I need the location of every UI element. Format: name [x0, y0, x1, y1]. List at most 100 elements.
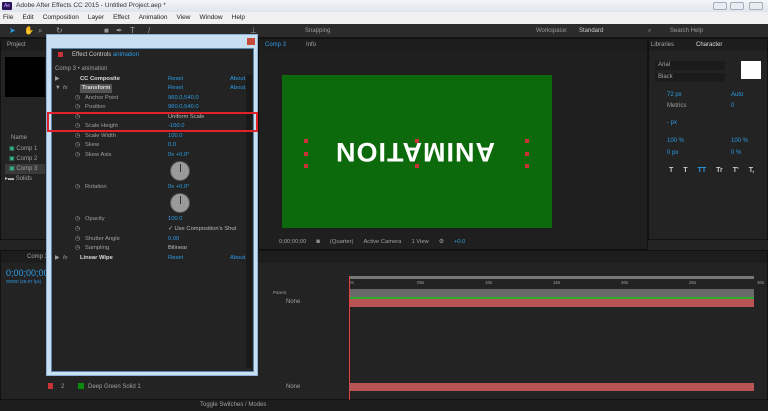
property-value[interactable]: 0.0: [168, 141, 176, 150]
view-layout-select[interactable]: 1 View: [411, 235, 428, 249]
layer-handle[interactable]: [525, 139, 529, 143]
property-value[interactable]: 0x +0.0°: [168, 183, 190, 192]
text-style-button[interactable]: TT: [698, 167, 707, 174]
text-style-button[interactable]: T: [669, 167, 673, 174]
layer-handle[interactable]: [525, 164, 529, 168]
vertical-scale-field[interactable]: 100 %: [667, 138, 684, 144]
layer-name[interactable]: Deep Green Solid 1: [88, 384, 141, 390]
tab-character[interactable]: Character: [696, 39, 722, 51]
property-value[interactable]: 960.0,540.0: [168, 103, 199, 112]
fill-color-swatch[interactable]: [741, 61, 761, 79]
selection-tool-icon[interactable]: ➤: [9, 24, 16, 38]
text-style-button[interactable]: Tr: [716, 167, 723, 174]
property-value[interactable]: 100.0: [168, 132, 183, 141]
expand-arrow-icon[interactable]: ▶: [55, 75, 59, 84]
tsume-field[interactable]: 0 %: [731, 150, 741, 156]
menu-layer[interactable]: Layer: [88, 12, 104, 24]
menu-window[interactable]: Window: [200, 12, 223, 24]
menu-view[interactable]: View: [177, 12, 191, 24]
property-value[interactable]: 100.0: [168, 215, 183, 224]
menu-animation[interactable]: Animation: [139, 12, 168, 24]
active-camera-select[interactable]: Active Camera: [363, 235, 401, 249]
workspace-select[interactable]: Standard: [579, 24, 603, 38]
kerning-field[interactable]: Metrics: [667, 103, 686, 109]
font-family-select[interactable]: Arial: [655, 61, 725, 70]
menu-effect[interactable]: Effect: [113, 12, 130, 24]
menu-edit[interactable]: Edit: [22, 12, 33, 24]
property-row[interactable]: ◷ Skew 0.0: [55, 141, 250, 150]
layer-label-color[interactable]: [48, 383, 53, 389]
layer-parent-select[interactable]: None: [286, 384, 300, 390]
search-help-input[interactable]: Search Help: [670, 24, 703, 38]
close-icon[interactable]: [247, 38, 255, 45]
layer-handle[interactable]: [415, 139, 419, 143]
tab-info[interactable]: Info: [306, 39, 316, 51]
effect-row[interactable]: ▶ fx Linear Wipe Reset About...: [55, 254, 250, 263]
stopwatch-icon[interactable]: ◷: [75, 225, 80, 234]
effect-row[interactable]: ▼ fx Transform Reset About...: [55, 84, 250, 93]
layer-handle[interactable]: [304, 164, 308, 168]
layer-handle[interactable]: [415, 164, 419, 168]
hand-tool-icon[interactable]: ✋: [24, 24, 34, 38]
stopwatch-icon[interactable]: ◷: [75, 151, 80, 160]
leading-field[interactable]: Auto: [731, 92, 743, 98]
fx-icon[interactable]: fx: [63, 254, 68, 263]
tab-comp-3[interactable]: Comp 3: [265, 39, 286, 51]
menu-file[interactable]: File: [3, 12, 13, 24]
snapping-label[interactable]: Snapping: [305, 24, 330, 38]
property-row[interactable]: ◷ Scale Width 100.0: [55, 132, 250, 141]
layer-bar-solid[interactable]: [349, 383, 754, 391]
project-item[interactable]: ▣ Comp 2: [5, 154, 45, 164]
layer-handle[interactable]: [304, 139, 308, 143]
stopwatch-icon[interactable]: ◷: [75, 244, 80, 253]
project-item[interactable]: ▣ Comp 1: [5, 144, 45, 154]
project-item[interactable]: ▸▬ Solids: [5, 174, 45, 184]
layer-handle[interactable]: [304, 152, 308, 156]
toggle-switches-modes-button[interactable]: Toggle Switches / Modes: [200, 400, 266, 411]
property-value[interactable]: Reset: [168, 75, 183, 84]
expand-arrow-icon[interactable]: ▼: [55, 84, 61, 93]
stopwatch-icon[interactable]: ◷: [75, 183, 80, 192]
property-row[interactable]: ◷ Rotation 0x +0.0°: [55, 183, 250, 192]
angle-dial[interactable]: [170, 193, 190, 213]
minimize-button[interactable]: [713, 2, 727, 10]
fx-icon[interactable]: fx: [63, 84, 68, 93]
stopwatch-icon[interactable]: ◷: [75, 103, 80, 112]
font-size-field[interactable]: 72 px: [667, 92, 682, 98]
property-row[interactable]: ◷ Position 960.0,540.0: [55, 103, 250, 112]
layer-bar-animation[interactable]: [349, 299, 754, 307]
text-style-button[interactable]: T: [683, 167, 687, 174]
project-item[interactable]: ▣ Comp 3: [5, 164, 45, 174]
effect-row[interactable]: ▶ CC Composite Reset About...: [55, 75, 250, 84]
menu-composition[interactable]: Composition: [43, 12, 79, 24]
stopwatch-icon[interactable]: ◷: [75, 94, 80, 103]
exposure-value[interactable]: +0.0: [454, 235, 465, 249]
property-row[interactable]: ◷ Skew Axis 0x +0.0°: [55, 151, 250, 160]
viewer-timecode[interactable]: 0;00;00;00: [279, 235, 306, 249]
stopwatch-icon[interactable]: ◷: [75, 132, 80, 141]
text-style-button[interactable]: T,: [749, 167, 754, 174]
text-style-button[interactable]: T': [733, 167, 739, 174]
menu-help[interactable]: Help: [232, 12, 245, 24]
camera-icon[interactable]: ◙: [316, 235, 320, 249]
stopwatch-icon[interactable]: ◷: [75, 215, 80, 224]
column-name[interactable]: Name: [11, 135, 27, 141]
property-value[interactable]: 960.0,540.0: [168, 94, 199, 103]
tab-effect-controls[interactable]: Effect Controls animation: [72, 52, 139, 58]
tracking-field[interactable]: 0: [731, 103, 734, 109]
horizontal-scale-field[interactable]: 100 %: [731, 138, 748, 144]
property-row[interactable]: ◷ Shutter Angle 0.00: [55, 235, 250, 244]
font-style-select[interactable]: Black: [655, 73, 725, 82]
property-value[interactable]: 0x +0.0°: [168, 151, 190, 160]
stroke-width-field[interactable]: - px: [667, 120, 677, 126]
property-value[interactable]: Reset: [168, 254, 183, 263]
layer-handle[interactable]: [525, 152, 529, 156]
timeline-timecode[interactable]: 0;00;00;00: [6, 268, 49, 278]
close-window-button[interactable]: [749, 2, 763, 10]
tab-libraries[interactable]: Libraries: [651, 39, 674, 51]
property-row[interactable]: ◷ ✓ Use Composition's Shut: [55, 225, 250, 234]
property-value[interactable]: 0.00: [168, 235, 179, 244]
resolution-select[interactable]: (Quarter): [330, 235, 354, 249]
baseline-shift-field[interactable]: 0 px: [667, 150, 678, 156]
property-row[interactable]: ◷ Anchor Point 960.0,540.0: [55, 94, 250, 103]
